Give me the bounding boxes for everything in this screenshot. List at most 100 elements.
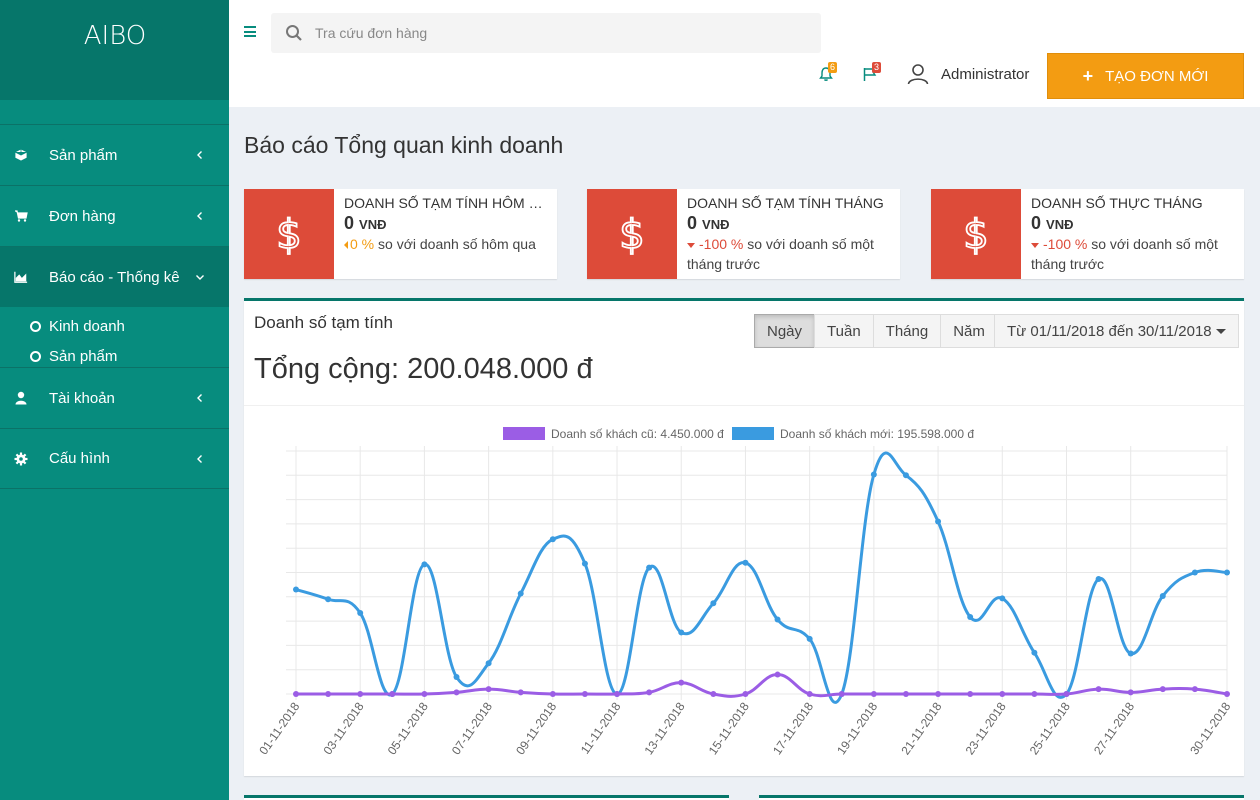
chevron-left-icon [197,454,202,463]
data-point [902,472,909,479]
sidebar: AIBO Sản phẩm Đơn hàng Báo cáo - Thống k… [0,0,229,800]
chevron-left-icon [197,151,202,159]
data-point [549,691,556,697]
sidebar-item-label: Đơn hàng [49,207,116,225]
sidebar-item-don-hang[interactable]: Đơn hàng [0,185,229,246]
data-point [935,691,942,697]
user-menu[interactable]: Administrator [907,63,1029,85]
data-point [357,691,364,697]
data-point [1191,569,1198,576]
cube-icon [14,148,28,162]
data-point [1159,592,1166,599]
sales-chart-panel: Doanh số tạm tính Tổng cộng: 200.048.000… [244,298,1244,776]
dollar-icon: $ [931,189,1021,279]
data-point [806,691,813,697]
gear-icon [14,452,28,466]
data-point [1095,686,1102,693]
stat-value: 0 VNĐ [687,213,730,233]
data-point [902,691,909,697]
stat-pct: 0 % [350,236,375,252]
stat-desc: -100 % so với doanh số một tháng trước [687,236,874,272]
circle-icon [30,320,41,332]
data-point [357,610,364,616]
notifications-button[interactable]: 6 [818,62,838,87]
menu-toggle-icon[interactable] [244,26,256,37]
x-tick-label: 25-11-2018 [1027,699,1073,757]
data-point [838,691,845,697]
top-header: 6 3 Administrator + TẠO ĐƠN MỚI [229,0,1260,107]
search-icon [286,25,302,41]
user-icon [14,391,28,405]
x-tick-label: 23-11-2018 [963,699,1009,757]
stat-desc: 0 % so với doanh số hôm qua [344,234,551,254]
caret-left-icon [344,241,348,249]
data-point [1095,575,1102,582]
data-point [421,691,428,697]
dollar-icon: $ [244,189,334,279]
data-point [1063,691,1070,697]
data-point [453,673,460,680]
stat-value: 0 VNĐ [344,213,387,233]
data-point [967,614,974,621]
flags-button[interactable]: 3 [862,62,882,87]
chevron-left-icon [197,394,202,402]
x-tick-label: 21-11-2018 [898,699,944,757]
sidebar-subitem-label: Sản phẩm [49,347,118,365]
data-point [870,471,877,478]
series-line-new-customers [295,451,1228,704]
data-point [549,536,556,543]
sidebar-item-tai-khoan[interactable]: Tài khoản [0,367,229,428]
bottom-panel-left [244,795,729,800]
data-point [1127,689,1134,696]
create-order-label: TẠO ĐƠN MỚI [1105,67,1209,85]
data-point [742,691,749,697]
x-tick-label: 30-11-2018 [1187,699,1233,757]
data-point [1031,649,1038,656]
data-point [485,660,492,667]
data-point [710,691,717,697]
data-point [774,671,781,678]
stat-title: DOANH SỐ THỰC THÁNG [1031,195,1203,211]
user-name: Administrator [941,65,1030,83]
report-submenu: Kinh doanh Sản phẩm [0,307,229,367]
sidebar-subitem-kinh-doanh[interactable]: Kinh doanh [0,311,229,341]
x-tick-label: 15-11-2018 [706,699,752,757]
caret-down-icon [1031,242,1039,248]
data-point [999,595,1006,602]
data-point [999,691,1006,697]
x-tick-label: 07-11-2018 [449,699,495,757]
data-point [774,616,781,623]
flags-badge: 3 [872,62,882,73]
stat-box-month-estimate: $ DOANH SỐ TẠM TÍNH THÁNG 0 VNĐ -100 % s… [587,189,900,279]
chevron-down-icon [196,275,204,280]
data-point [453,689,460,696]
bottom-panel-right [759,795,1244,800]
search-input[interactable] [315,25,795,41]
sidebar-item-label: Sản phẩm [49,146,118,164]
x-tick-label: 11-11-2018 [578,699,624,756]
legend-swatch [732,427,774,440]
dollar-icon: $ [587,189,677,279]
data-point [742,559,749,566]
data-point [678,629,685,636]
sidebar-item-san-pham[interactable]: Sản phẩm [0,124,229,185]
create-order-button[interactable]: + TẠO ĐƠN MỚI [1047,53,1244,99]
brand-logo[interactable]: AIBO [0,0,229,100]
stat-box-today: $ DOANH SỐ TẠM TÍNH HÔM NAY 0 VNĐ 0 % so… [244,189,557,279]
x-tick-label: 05-11-2018 [385,699,431,757]
sidebar-item-bao-cao[interactable]: Báo cáo - Thống kê [0,246,229,307]
x-tick-label: 19-11-2018 [834,699,880,757]
notifications-badge: 6 [828,62,838,73]
user-icon [907,64,929,85]
x-tick-label: 17-11-2018 [770,699,816,757]
data-point [870,691,877,697]
sidebar-item-cau-hinh[interactable]: Cấu hình [0,428,229,489]
data-point [389,691,396,697]
logo-text: AIBO [83,21,146,50]
svg-text:$: $ [963,212,988,258]
data-point [1127,650,1134,657]
data-point [485,686,492,693]
x-tick-label: 03-11-2018 [320,699,366,757]
data-point [806,635,813,642]
plus-icon: + [1082,65,1094,86]
